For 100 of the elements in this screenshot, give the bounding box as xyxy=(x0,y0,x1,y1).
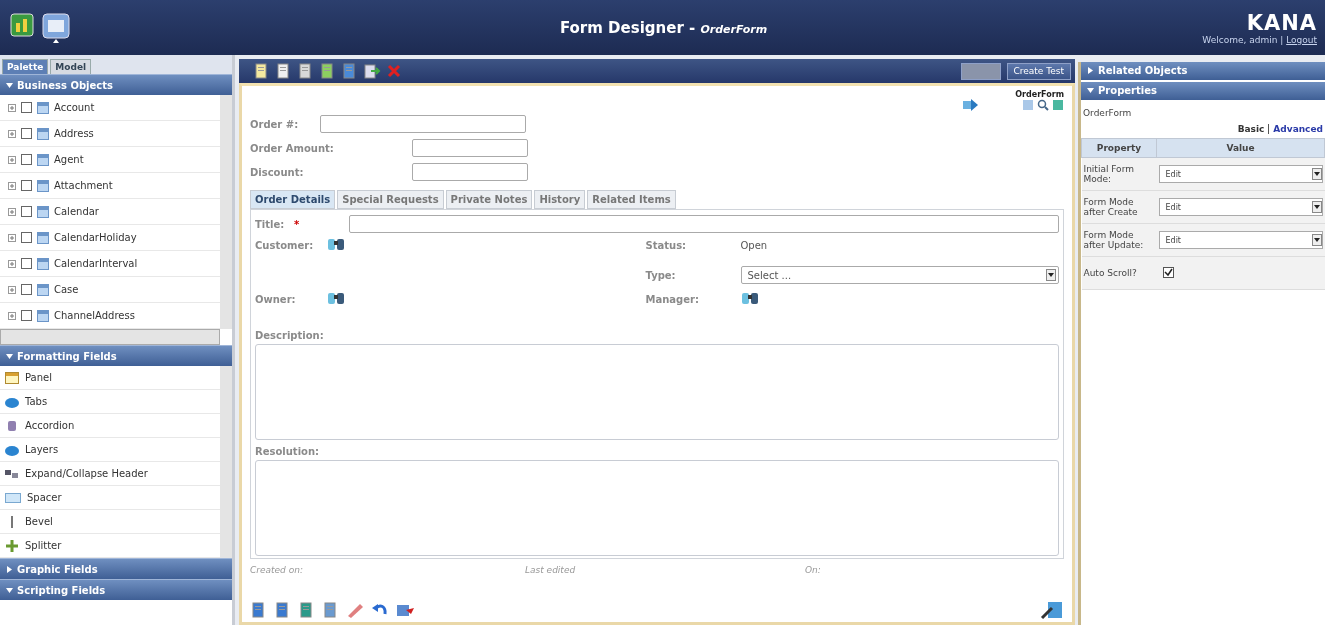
form-tab[interactable]: History xyxy=(534,190,586,209)
field-item[interactable]: Panel xyxy=(0,366,220,390)
object-item[interactable]: Attachment xyxy=(0,173,220,199)
view-link[interactable]: Advanced xyxy=(1268,124,1323,134)
object-item[interactable]: Calendar xyxy=(0,199,220,225)
section-header[interactable]: Business Objects xyxy=(0,74,232,95)
field-value: Open xyxy=(740,239,769,251)
toolbar-document-icon[interactable] xyxy=(297,63,313,79)
toolbar-document-icon[interactable] xyxy=(319,63,335,79)
panel-tab[interactable]: Model xyxy=(50,59,92,74)
expand-icon[interactable] xyxy=(8,311,16,320)
section-header[interactable]: Graphic Fields xyxy=(0,558,232,579)
toolbar-document-icon[interactable] xyxy=(275,63,291,79)
table-icon xyxy=(37,231,49,244)
object-item[interactable]: Case xyxy=(0,277,220,303)
field-item[interactable]: Accordion xyxy=(0,414,220,438)
value-select[interactable]: Edit xyxy=(1158,165,1323,183)
search-icon[interactable] xyxy=(1037,99,1049,111)
toolbar-document-icon[interactable] xyxy=(250,602,266,618)
pencil-icon[interactable] xyxy=(346,602,364,618)
expand-icon[interactable] xyxy=(8,207,16,216)
field-item[interactable]: Bevel xyxy=(0,510,220,534)
expand-icon[interactable] xyxy=(8,233,16,242)
form-name-label: OrderForm xyxy=(1015,90,1064,99)
form-tab[interactable]: Private Notes xyxy=(445,190,533,209)
collapse-triangle-icon[interactable] xyxy=(6,586,13,594)
binoculars-icon[interactable] xyxy=(327,236,345,252)
collapse-triangle-icon[interactable] xyxy=(1087,87,1094,94)
value-select[interactable]: Edit xyxy=(1158,231,1323,249)
spacer-icon xyxy=(5,491,21,504)
checkbox[interactable] xyxy=(1162,267,1174,278)
forward-icon[interactable] xyxy=(396,602,416,618)
view-link[interactable]: Basic xyxy=(1237,124,1265,134)
checkbox[interactable] xyxy=(21,128,32,139)
input-field[interactable] xyxy=(412,163,528,181)
object-item[interactable]: Account xyxy=(0,95,220,121)
object-item[interactable]: CalendarHoliday xyxy=(0,225,220,251)
input-field[interactable] xyxy=(412,139,528,157)
field-label: Resolution: xyxy=(255,446,321,457)
splitter-icon xyxy=(5,539,19,552)
form-tab[interactable]: Special Requests xyxy=(337,190,444,209)
toolbar-document-icon[interactable] xyxy=(341,63,357,79)
checkbox[interactable] xyxy=(21,154,32,165)
form-tab[interactable]: Order Details xyxy=(250,190,336,209)
input-field[interactable] xyxy=(320,115,526,133)
export-icon[interactable] xyxy=(363,63,381,79)
checkbox[interactable] xyxy=(21,180,32,191)
field-item[interactable]: Expand/Collapse Header xyxy=(0,462,220,486)
field-item[interactable]: Layers xyxy=(0,438,220,462)
footer-label: Last edited xyxy=(525,565,576,575)
expand-icon[interactable] xyxy=(8,155,16,164)
panel-icon xyxy=(5,371,19,384)
table-icon xyxy=(37,153,49,166)
checkbox[interactable] xyxy=(21,232,32,243)
type-select[interactable]: Select ... xyxy=(740,266,1059,284)
expand-icon[interactable] xyxy=(8,285,16,294)
section-header[interactable]: Scripting Fields xyxy=(0,579,232,600)
table-icon xyxy=(37,127,49,140)
object-item[interactable]: CalendarInterval xyxy=(0,251,220,277)
object-item[interactable]: Address xyxy=(0,121,220,147)
table-icon xyxy=(37,257,49,270)
value-select[interactable]: Edit xyxy=(1158,198,1323,216)
object-label: Calendar xyxy=(54,206,99,217)
field-label: Type: xyxy=(645,269,677,281)
property-name: Form Mode after Create xyxy=(1081,190,1157,224)
collapse-triangle-icon[interactable] xyxy=(6,352,13,360)
binoculars-icon[interactable] xyxy=(327,290,345,306)
field-label: Order Amount: xyxy=(250,142,335,154)
logout-link[interactable]: Logout xyxy=(1286,34,1317,45)
toolbar-document-icon[interactable] xyxy=(253,63,269,79)
expand-triangle-icon[interactable] xyxy=(6,565,13,573)
toolbar-document-icon[interactable] xyxy=(274,602,290,618)
form-tab[interactable]: Related Items xyxy=(587,190,676,209)
checkbox[interactable] xyxy=(21,310,32,321)
expand-icon[interactable] xyxy=(8,129,16,138)
section-header[interactable]: Formatting Fields xyxy=(0,345,232,366)
checkbox[interactable] xyxy=(21,284,32,295)
binoculars-icon[interactable] xyxy=(740,290,759,306)
expand-icon[interactable] xyxy=(8,181,16,190)
field-item[interactable]: Tabs xyxy=(0,390,220,414)
checkbox[interactable] xyxy=(21,258,32,269)
object-item[interactable]: Agent xyxy=(0,147,220,173)
field-item[interactable]: Spacer xyxy=(0,486,220,510)
section-header[interactable]: Properties xyxy=(1081,82,1325,100)
tools-icon[interactable] xyxy=(1040,600,1064,620)
input-field[interactable] xyxy=(349,215,1059,233)
expand-triangle-icon[interactable] xyxy=(1087,67,1094,74)
expand-icon[interactable] xyxy=(8,259,16,268)
field-label: Manager: xyxy=(645,293,700,305)
toolbar-button[interactable]: Create Test xyxy=(1006,62,1071,80)
arrow-icon[interactable] xyxy=(963,98,980,112)
expand-icon[interactable] xyxy=(8,103,16,112)
section-header[interactable]: Related Objects xyxy=(1081,62,1325,80)
scrollbar[interactable] xyxy=(0,329,220,345)
panel-tab[interactable]: Palette xyxy=(2,59,49,74)
checkbox[interactable] xyxy=(21,206,32,217)
collapse-triangle-icon[interactable] xyxy=(6,81,13,89)
field-label: Panel xyxy=(25,372,52,383)
checkbox[interactable] xyxy=(21,102,32,113)
chart-icon[interactable] xyxy=(10,12,34,37)
